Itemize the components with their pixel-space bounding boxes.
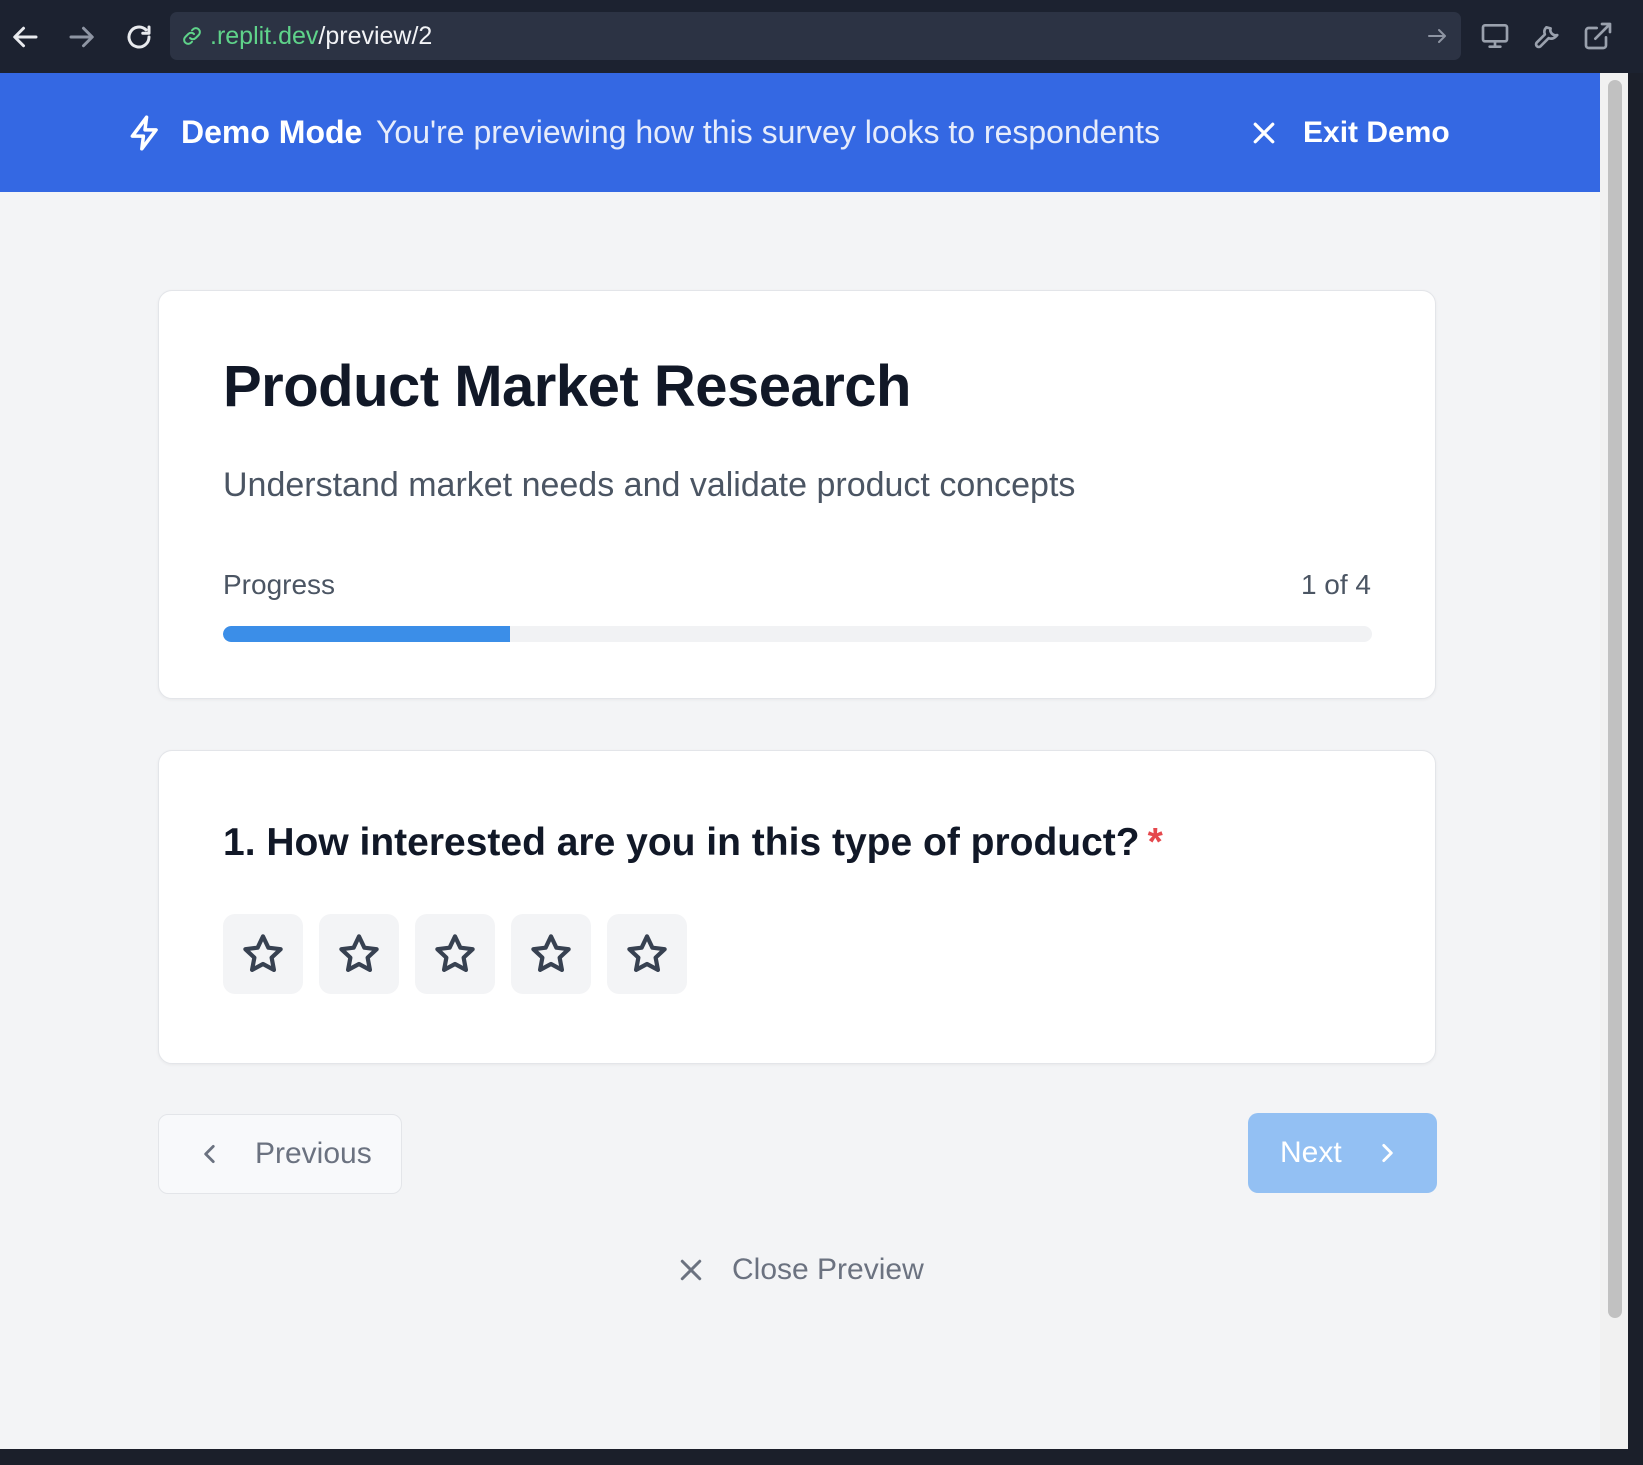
- star-rating: [223, 914, 687, 994]
- link-icon: [183, 27, 201, 45]
- question-card: 1. How interested are you in this type o…: [158, 750, 1436, 1064]
- star-icon: [531, 934, 571, 973]
- reload-button[interactable]: [114, 12, 164, 62]
- demo-banner: Demo Mode You're previewing how this sur…: [0, 73, 1600, 192]
- chevron-right-icon: [1382, 1144, 1393, 1162]
- star-icon: [627, 934, 667, 973]
- question-text: 1. How interested are you in this type o…: [223, 821, 1163, 865]
- required-asterisk: *: [1147, 821, 1163, 864]
- devtools-button[interactable]: [1527, 16, 1567, 56]
- monitor-icon: [1481, 23, 1509, 48]
- star-icon: [339, 934, 379, 973]
- exit-demo-label: Exit Demo: [1303, 116, 1450, 149]
- chevron-left-icon: [204, 1145, 215, 1163]
- url-path: /preview/2: [318, 21, 433, 50]
- go-arrow-icon[interactable]: [1425, 24, 1449, 48]
- progress-count: 1 of 4: [1300, 569, 1371, 600]
- next-button[interactable]: Next: [1248, 1113, 1437, 1193]
- progress-label: Progress: [223, 569, 336, 600]
- previous-button[interactable]: Previous: [158, 1114, 402, 1194]
- star-rating-5[interactable]: [607, 914, 687, 994]
- forward-arrow-icon: [69, 26, 94, 48]
- browser-toolbar: .replit.dev/preview/2: [0, 0, 1643, 73]
- url-host: .replit.dev: [210, 21, 319, 50]
- demo-mode-title: Demo Mode: [181, 114, 363, 150]
- wrench-icon: [1534, 26, 1559, 49]
- question-label: 1. How interested are you in this type o…: [223, 821, 1140, 864]
- exit-demo-button[interactable]: Exit Demo: [1249, 107, 1450, 159]
- star-icon: [243, 934, 283, 973]
- bolt-icon: [126, 114, 164, 152]
- survey-description: Understand market needs and validate pro…: [223, 466, 1076, 504]
- device-preview-button[interactable]: [1475, 16, 1515, 56]
- close-preview-label: Close Preview: [732, 1253, 924, 1286]
- back-button[interactable]: [1, 12, 51, 62]
- demo-mode-description: You're previewing how this survey looks …: [376, 114, 1161, 150]
- reload-icon: [127, 25, 151, 49]
- page-viewport: Demo Mode You're previewing how this sur…: [0, 73, 1600, 1449]
- close-preview-button[interactable]: Close Preview: [676, 1245, 924, 1295]
- back-arrow-icon: [13, 26, 38, 48]
- scrollbar-thumb[interactable]: [1608, 80, 1622, 1318]
- next-label: Next: [1280, 1136, 1342, 1169]
- forward-button[interactable]: [56, 12, 106, 62]
- star-rating-4[interactable]: [511, 914, 591, 994]
- close-icon: [1253, 122, 1275, 144]
- star-rating-1[interactable]: [223, 914, 303, 994]
- survey-title: Product Market Research: [223, 354, 911, 419]
- survey-header-card: Product Market Research Understand marke…: [158, 290, 1436, 699]
- star-icon: [435, 934, 475, 973]
- url-text: .replit.dev/preview/2: [210, 22, 432, 51]
- window-bottom-edge: [0, 1449, 1643, 1465]
- external-link-icon: [1584, 22, 1612, 50]
- open-new-tab-button[interactable]: [1578, 16, 1618, 56]
- previous-label: Previous: [255, 1137, 372, 1170]
- close-icon: [680, 1259, 702, 1281]
- progress-bar: [223, 626, 1372, 642]
- progress-bar-fill: [223, 626, 511, 642]
- star-rating-3[interactable]: [415, 914, 495, 994]
- star-rating-2[interactable]: [319, 914, 399, 994]
- address-bar[interactable]: .replit.dev/preview/2: [170, 12, 1461, 60]
